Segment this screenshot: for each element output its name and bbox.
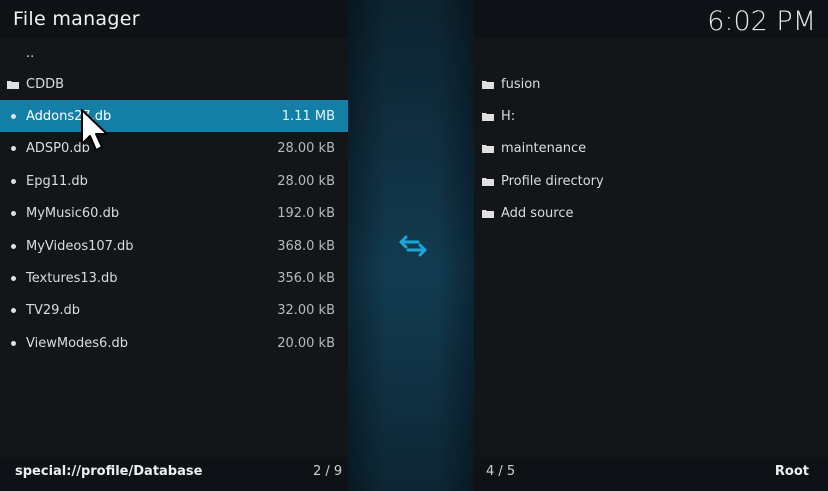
folder-icon xyxy=(474,112,501,121)
list-item-size: 32.00 kB xyxy=(277,302,335,318)
file-dot-icon xyxy=(0,113,26,119)
list-item[interactable]: MyMusic60.db 192.0 kB xyxy=(0,197,348,229)
left-item-counter: 2 / 9 xyxy=(313,464,343,479)
list-item[interactable]: CDDB xyxy=(0,68,348,100)
list-item-label: TV29.db xyxy=(26,302,81,318)
source-item-label: maintenance xyxy=(501,140,587,156)
list-item-size: 368.0 kB xyxy=(277,238,335,254)
folder-icon xyxy=(0,80,26,89)
mouse-cursor-icon xyxy=(81,109,108,151)
file-dot-icon xyxy=(0,210,26,216)
list-item-label: ADSP0.db xyxy=(26,140,90,156)
file-dot-icon xyxy=(0,243,26,249)
file-dot-icon xyxy=(0,307,26,313)
list-item-size: 356.0 kB xyxy=(277,270,335,286)
file-dot-icon xyxy=(0,178,26,184)
list-item-label: Epg11.db xyxy=(26,173,88,189)
list-item-size: 28.00 kB xyxy=(277,173,335,189)
list-item-label: ViewModes6.db xyxy=(26,335,128,351)
source-item-fusion[interactable]: fusion xyxy=(474,68,828,100)
list-item-label: MyVideos107.db xyxy=(26,238,134,254)
list-item-label: .. xyxy=(26,45,35,61)
source-item-label: fusion xyxy=(501,76,541,92)
source-item-label: Add source xyxy=(501,205,574,221)
folder-icon xyxy=(474,144,501,153)
folder-icon xyxy=(474,80,501,89)
list-item-size: 192.0 kB xyxy=(277,205,335,221)
source-item-label: Profile directory xyxy=(501,173,604,189)
list-item[interactable]: ViewModes6.db 20.00 kB xyxy=(0,327,348,359)
list-item-label: CDDB xyxy=(26,76,65,92)
right-path-label: Root xyxy=(774,464,809,479)
folder-icon xyxy=(474,209,501,218)
list-item-size: 28.00 kB xyxy=(277,140,335,156)
list-item[interactable]: ADSP0.db 28.00 kB xyxy=(0,132,348,164)
clock: 6:02 PM xyxy=(707,6,816,37)
page-title: File manager xyxy=(13,8,140,30)
source-item-h[interactable]: H: xyxy=(474,100,828,132)
source-item-maintenance[interactable]: maintenance xyxy=(474,132,828,164)
source-item-add-source[interactable]: Add source xyxy=(474,197,828,229)
right-item-counter: 4 / 5 xyxy=(486,464,516,479)
source-item-profile-directory[interactable]: Profile directory xyxy=(474,165,828,197)
left-path-label: special://profile/Database xyxy=(15,464,203,479)
file-dot-icon xyxy=(0,145,26,151)
list-item-size: 1.11 MB xyxy=(281,108,335,124)
list-item[interactable]: MyVideos107.db 368.0 kB xyxy=(0,230,348,262)
list-item-selected[interactable]: Addons27.db 1.11 MB xyxy=(0,100,348,132)
list-item-label: MyMusic60.db xyxy=(26,205,120,221)
list-item[interactable]: Textures13.db 356.0 kB xyxy=(0,262,348,294)
source-item-label: H: xyxy=(501,108,516,124)
list-item-label: Addons27.db xyxy=(26,108,112,124)
list-item-size: 20.00 kB xyxy=(277,335,335,351)
list-item[interactable]: Epg11.db 28.00 kB xyxy=(0,165,348,197)
file-dot-icon xyxy=(0,340,26,346)
list-item-label: Textures13.db xyxy=(26,270,118,286)
swap-arrows-icon[interactable] xyxy=(398,233,428,259)
file-manager-window: File manager 6:02 PM .. CDDB Addons27.db… xyxy=(0,0,828,491)
list-item[interactable]: TV29.db 32.00 kB xyxy=(0,294,348,326)
folder-icon xyxy=(474,177,501,186)
list-item-parent[interactable]: .. xyxy=(0,37,348,69)
file-dot-icon xyxy=(0,275,26,281)
